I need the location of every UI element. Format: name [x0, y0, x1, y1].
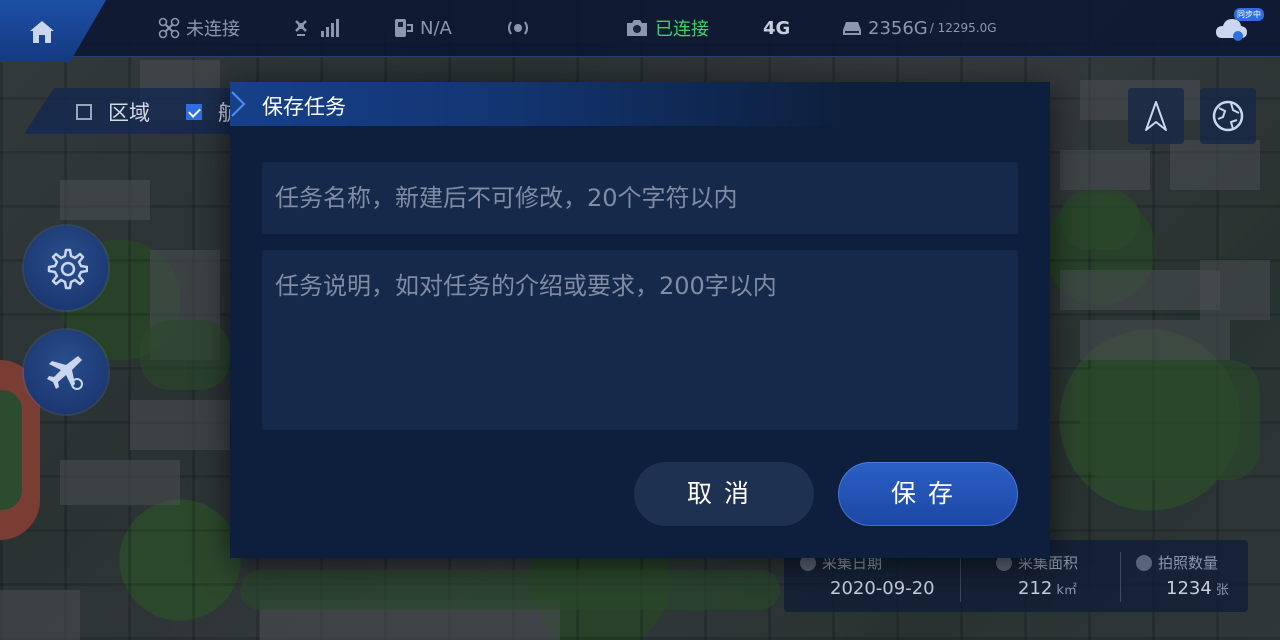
stat-count: 拍照数量 1234 张 [1120, 540, 1270, 612]
plane-return-icon [47, 356, 83, 390]
sync-badge: 同步中 [1234, 8, 1264, 21]
stat-area-unit: k㎡ [1056, 583, 1077, 598]
sim-value: N/A [420, 17, 452, 39]
drone-status-text: 未连接 [186, 19, 240, 40]
task-name-input[interactable]: 任务名称，新建后不可修改，20个字符以内 [262, 162, 1018, 234]
gear-icon [47, 248, 88, 290]
storage-total: / 12295.0G [929, 21, 997, 35]
storage-used: 2356G [868, 17, 928, 39]
globe-icon [1212, 100, 1244, 132]
radio-status [505, 16, 537, 40]
storage-icon [843, 22, 861, 35]
stat-date-value: 2020-09-20 [830, 578, 935, 599]
task-description-input[interactable]: 任务说明，如对任务的介绍或要求，200字以内 [262, 250, 1018, 430]
globe-button[interactable] [1200, 88, 1256, 144]
drone-icon [158, 17, 180, 39]
camera-icon [627, 20, 647, 36]
satellite-signal-icon [295, 19, 339, 37]
region-checkbox[interactable] [76, 104, 92, 120]
remote-controller-icon [395, 19, 413, 37]
storage-status: 2356G / 12295.0G [842, 16, 997, 40]
network-type: 4G [763, 17, 791, 39]
compass-button[interactable] [1128, 88, 1184, 144]
stat-count-unit: 张 [1215, 583, 1229, 598]
settings-button[interactable] [24, 226, 108, 310]
dialog-header: 保存任务 [230, 82, 1050, 126]
stat-count-label: 拍照数量 [1158, 554, 1219, 572]
signal-status [293, 16, 351, 40]
camera-status-text: 已连接 [655, 19, 709, 40]
save-task-dialog: 保存任务 任务名称，新建后不可修改，20个字符以内 任务说明，如对任务的介绍或要… [230, 82, 1050, 558]
filter-region-label: 区域 [108, 101, 150, 125]
compass-icon [1145, 101, 1167, 131]
stat-area-value: 212 [1018, 578, 1053, 599]
return-home-button[interactable] [24, 330, 108, 414]
cancel-button[interactable]: 取消 [634, 462, 814, 526]
photo-icon [1136, 554, 1152, 571]
save-button[interactable]: 保存 [838, 462, 1018, 526]
filter-region[interactable]: 区域 [76, 100, 150, 125]
radio-signal-icon [508, 21, 528, 35]
stat-count-value: 1234 [1166, 578, 1212, 599]
drone-status: 未连接 [158, 16, 240, 40]
network-status: 4G [763, 16, 790, 40]
sim-status: N/A [392, 16, 452, 40]
camera-status: 已连接 [625, 16, 709, 40]
chevron-right-icon [231, 91, 246, 117]
home-icon [30, 21, 54, 43]
route-checkbox[interactable] [186, 104, 202, 120]
dialog-title: 保存任务 [262, 95, 346, 119]
sync-button[interactable]: 同步中 [1214, 8, 1264, 44]
